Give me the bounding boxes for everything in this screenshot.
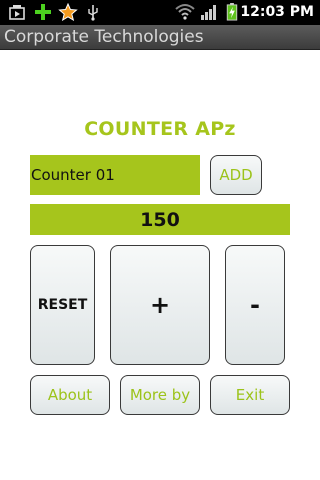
decrement-button[interactable]: - xyxy=(225,245,285,365)
about-button[interactable]: About xyxy=(30,375,110,415)
app-title: COUNTER APz xyxy=(84,118,236,140)
more-by-button[interactable]: More by xyxy=(120,375,200,415)
status-bar: 12:03 PM xyxy=(0,0,320,25)
exit-button[interactable]: Exit xyxy=(210,375,290,415)
reset-button[interactable]: RESET xyxy=(30,245,95,365)
media-notification-icon xyxy=(9,5,25,20)
title-bar: Corporate Technologies xyxy=(0,25,320,50)
add-notification-icon xyxy=(35,4,51,20)
status-time: 12:03 PM xyxy=(240,4,314,20)
counter-value: 150 xyxy=(30,204,290,235)
wifi-icon xyxy=(175,4,195,20)
battery-charging-icon xyxy=(226,3,238,21)
signal-icon xyxy=(201,5,216,20)
star-notification-icon xyxy=(58,3,78,21)
window-title: Corporate Technologies xyxy=(4,27,204,47)
increment-button[interactable]: + xyxy=(110,245,210,365)
counter-name-input[interactable] xyxy=(30,155,200,195)
usb-icon xyxy=(88,5,98,21)
add-button[interactable]: ADD xyxy=(210,155,262,195)
